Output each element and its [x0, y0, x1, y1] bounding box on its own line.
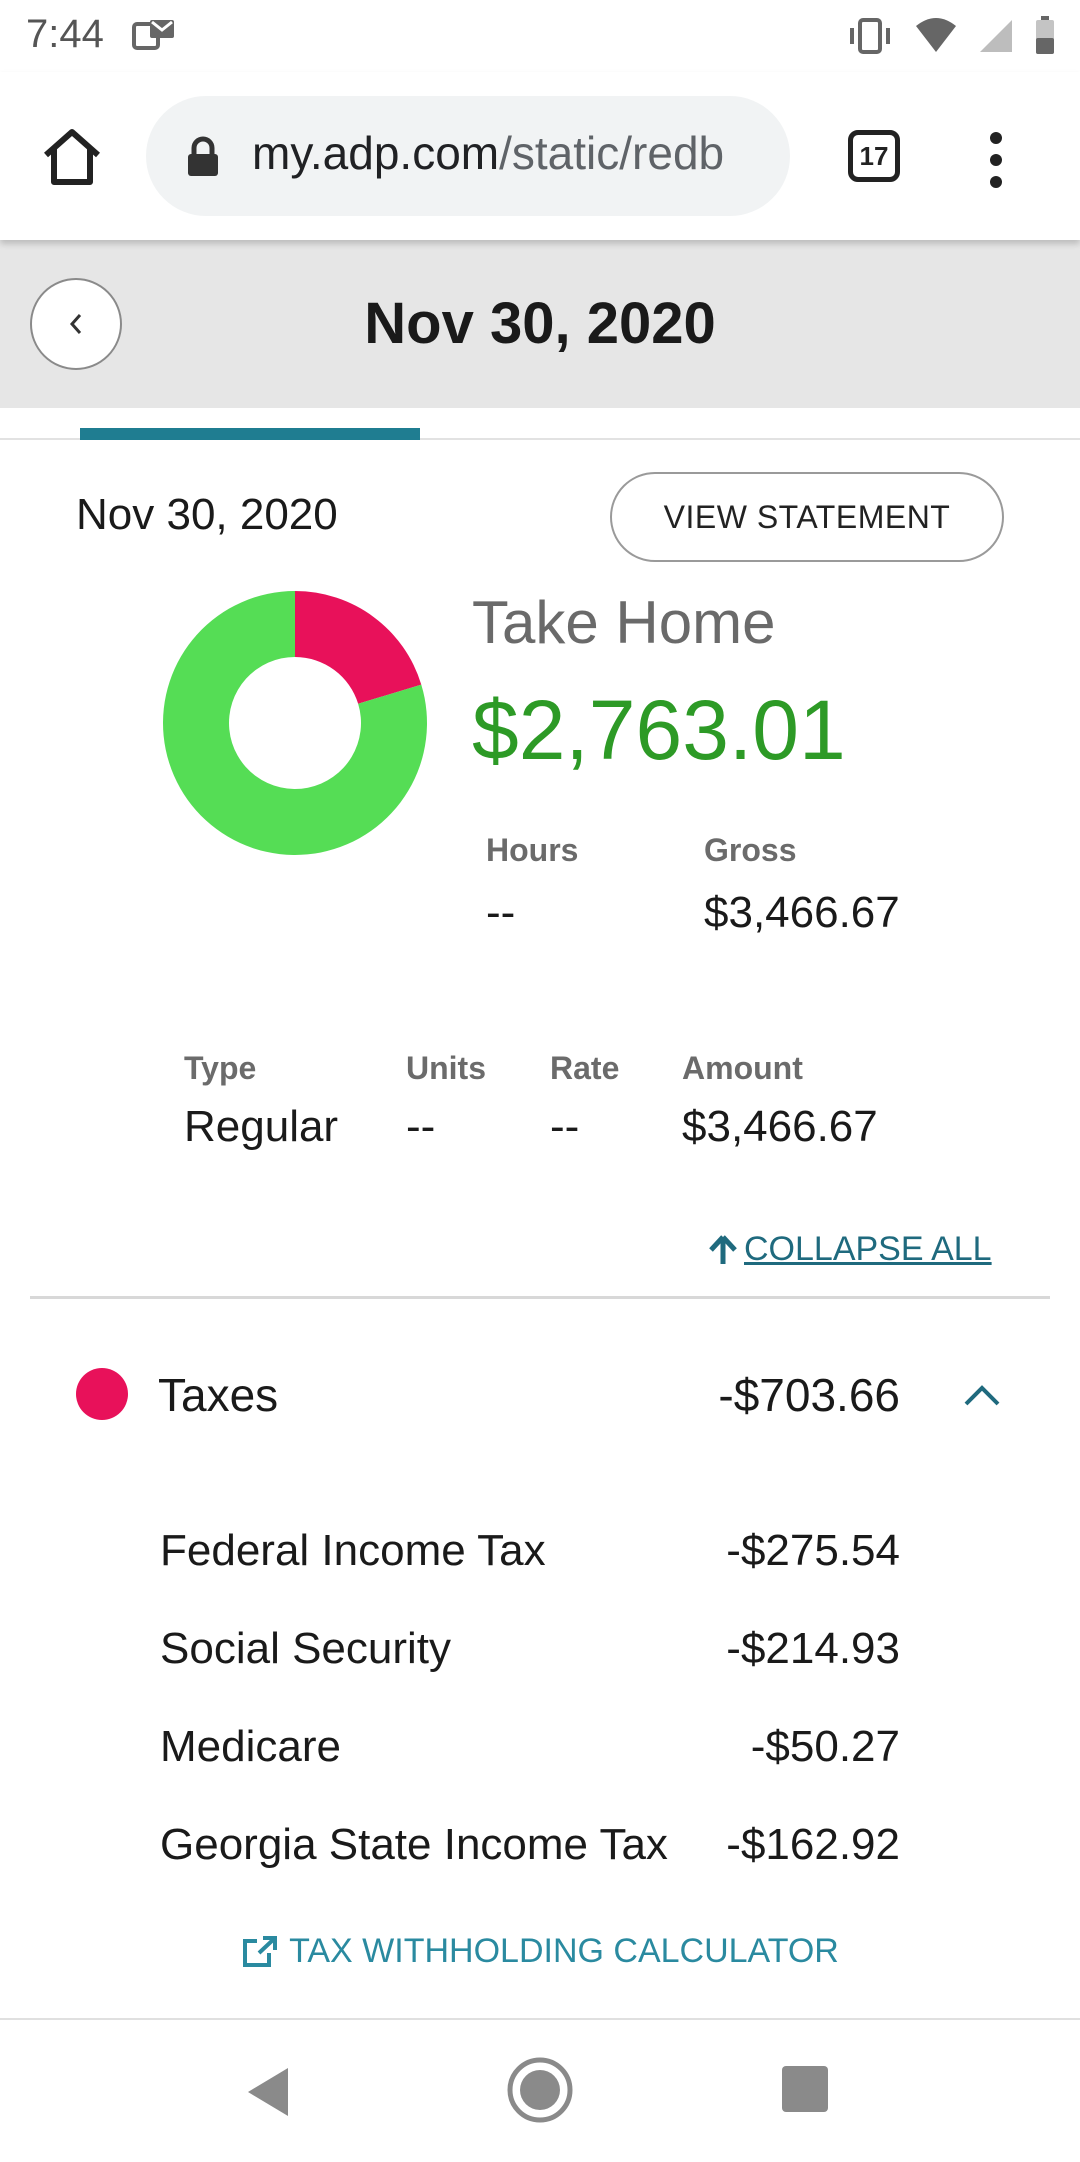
earnings-amount: $3,466.67 [682, 1102, 878, 1151]
lock-icon [188, 136, 218, 176]
status-bar: 7:44 [0, 0, 1080, 72]
take-home-label: Take Home [472, 589, 776, 656]
earnings-header-amount: Amount [682, 1050, 803, 1086]
gross-value: $3,466.67 [704, 888, 900, 937]
earnings-rate: -- [550, 1102, 580, 1151]
gross-label: Gross [704, 832, 797, 868]
tax-item-amount: -$275.54 [726, 1526, 900, 1575]
url-bar[interactable]: my.adp.com/static/redb [146, 96, 790, 216]
tax-item-amount: -$214.93 [726, 1624, 900, 1673]
wifi-icon [916, 18, 956, 52]
take-home-amount: $2,763.01 [472, 683, 846, 777]
taxes-color-dot [76, 1368, 128, 1420]
earnings-header-units: Units [406, 1050, 486, 1086]
view-statement-button[interactable]: VIEW STATEMENT [610, 472, 1004, 562]
tax-item-amount: -$162.92 [726, 1820, 900, 1869]
browser-toolbar: my.adp.com/static/redb 17 [0, 72, 1080, 240]
url-domain: my.adp.com [252, 127, 500, 179]
tax-item: Medicare -$50.27 [160, 1722, 900, 1772]
active-tab-indicator [80, 428, 420, 440]
tax-item-name: Social Security [160, 1624, 452, 1673]
page-title: Nov 30, 2020 [364, 291, 716, 356]
hours-label: Hours [486, 832, 579, 868]
pay-breakdown-donut [162, 591, 427, 855]
system-icons [846, 14, 1056, 58]
collapse-all-link[interactable]: COLLAPSE ALL [708, 1230, 992, 1269]
arrow-up-icon [709, 1234, 737, 1264]
donut-segment-taxes [295, 591, 422, 704]
tax-item-amount: -$50.27 [750, 1722, 900, 1771]
nav-back-icon[interactable] [244, 2066, 290, 2118]
cell-signal-icon [980, 20, 1012, 52]
page-header: Nov 30, 2020 [0, 240, 1080, 408]
tax-item: Social Security -$214.93 [160, 1624, 900, 1674]
hours-value: -- [486, 888, 516, 937]
status-time: 7:44 [26, 12, 104, 56]
url-path: /static/redb [499, 127, 725, 179]
earnings-type: Regular [184, 1102, 339, 1151]
earnings-units: -- [406, 1102, 436, 1151]
section-divider [30, 1296, 1050, 1299]
tax-item: Georgia State Income Tax -$162.92 [160, 1820, 900, 1870]
tax-item-name: Federal Income Tax [160, 1526, 546, 1575]
taxes-label: Taxes [158, 1369, 279, 1421]
earnings-header-rate: Rate [550, 1050, 620, 1086]
tax-withholding-calculator-link[interactable]: TAX WITHHOLDING CALCULATOR [0, 1932, 1080, 1971]
vibrate-icon [850, 18, 890, 54]
earnings-header-type: Type [184, 1050, 257, 1086]
more-menu-icon[interactable] [984, 130, 1008, 190]
home-icon[interactable] [40, 127, 104, 187]
system-nav-bar [0, 2018, 1080, 2162]
tax-item-name: Georgia State Income Tax [160, 1820, 668, 1869]
tab-switcher-button[interactable]: 17 [848, 130, 900, 182]
battery-icon [1036, 16, 1054, 54]
chevron-up-icon[interactable] [962, 1382, 1002, 1408]
nav-home-icon[interactable] [506, 2056, 574, 2124]
taxes-total: -$703.66 [718, 1369, 900, 1421]
calculator-link-label: TAX WITHHOLDING CALCULATOR [289, 1932, 839, 1970]
tax-item: Federal Income Tax -$275.54 [160, 1526, 900, 1576]
nav-recents-icon[interactable] [782, 2066, 828, 2112]
tax-item-name: Medicare [160, 1722, 341, 1771]
url-text: my.adp.com/static/redb [252, 126, 772, 180]
collapse-all-label: COLLAPSE ALL [744, 1230, 992, 1268]
notification-icon [132, 20, 174, 50]
external-link-icon [243, 1935, 278, 1967]
statement-date: Nov 30, 2020 [76, 490, 338, 539]
